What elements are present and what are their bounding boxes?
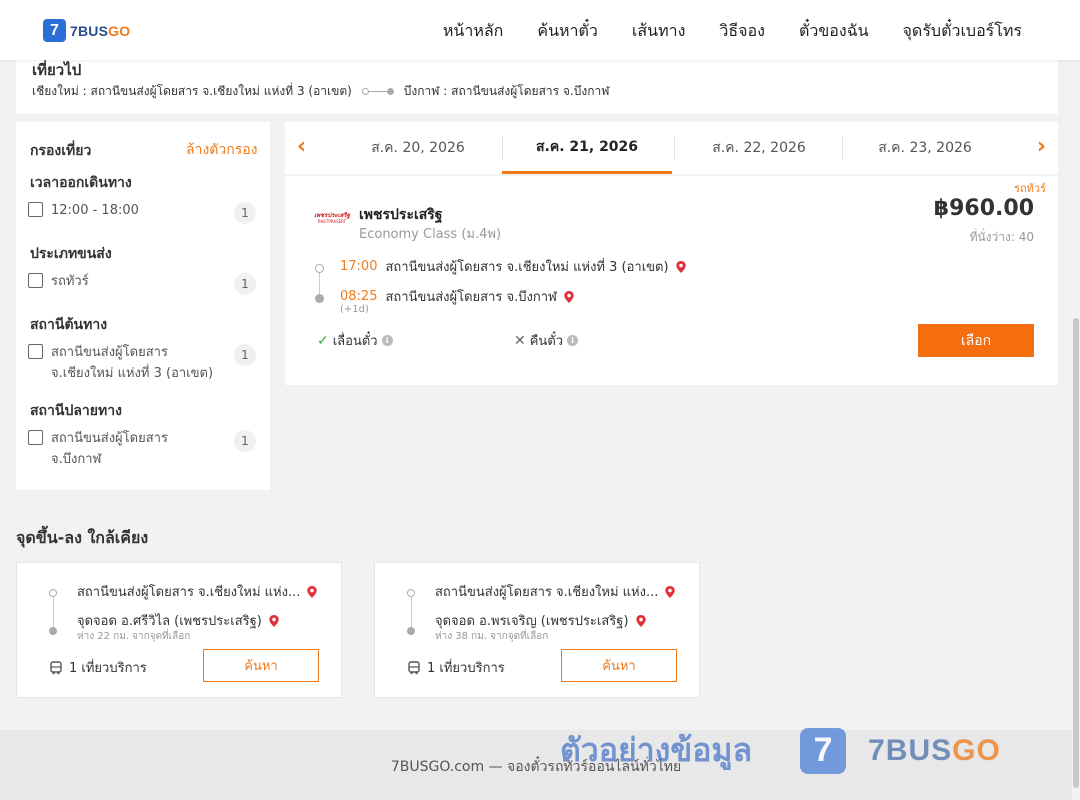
arrival-station: สถานีขนส่งผู้โดยสาร จ.บึงกาฬ [385, 290, 557, 305]
sample-watermark: ตัวอย่างข้อมูล 7 7BUSGO [560, 725, 1001, 776]
clear-filters-link[interactable]: ล้างตัวกรอง [186, 139, 257, 161]
arrival-time: 08:25 [340, 289, 378, 304]
map-pin-icon[interactable] [563, 290, 575, 303]
departure-station: สถานีขนส่งผู้โดยสาร จ.เชียงใหม่ แห่งที่ … [385, 260, 669, 275]
bus-type-tag: รถทัวร์ [1014, 182, 1046, 195]
checkbox[interactable] [28, 202, 43, 217]
nav-ticket-pickup[interactable]: จุดรับตั๋วเบอร์โทร [903, 19, 1022, 44]
date-tab[interactable]: ส.ค. 22, 2026 [674, 122, 844, 174]
filter-option-time[interactable]: 12:00 - 18:00 1 [28, 200, 256, 224]
nearby-stop-card: สถานีขนส่งผู้โดยสาร จ.เชียงใหม่ แห่ง... … [16, 562, 342, 698]
info-icon[interactable]: i [381, 335, 393, 346]
filter-sidebar: กรองเที่ยว ล้างตัวกรอง เวลาออกเดินทาง 12… [16, 122, 270, 490]
departure-stop: 17:00 สถานีขนส่งผู้โดยสาร จ.เชียงใหม่ แห… [340, 256, 687, 277]
nearby-search-button[interactable]: ค้นหา [203, 649, 319, 682]
filter-option-destination[interactable]: สถานีขนส่งผู้โดยสาร จ.บึงกาฬ 1 [28, 428, 256, 470]
filter-option-origin[interactable]: สถานีขนส่งผู้โดยสาร จ.เชียงใหม่ แห่งที่ … [28, 342, 256, 384]
reschedule-label: เลื่อนตั๋ว [332, 334, 378, 349]
nearby-origin: สถานีขนส่งผู้โดยสาร จ.เชียงใหม่ แห่ง... [77, 581, 318, 602]
checkbox[interactable] [28, 273, 43, 288]
nav-my-tickets[interactable]: ตั๋วของฉัน [799, 19, 869, 44]
filter-title: กรองเที่ยว [30, 143, 92, 159]
logo-mark-icon: 7 [43, 19, 66, 42]
trip-direction-title: เที่ยวไป [32, 61, 82, 79]
nearby-search-button[interactable]: ค้นหา [561, 649, 677, 682]
date-tab-active[interactable]: ส.ค. 21, 2026 [502, 122, 672, 174]
route-connector-icon [361, 88, 394, 95]
check-icon: ✓ [317, 332, 329, 349]
date-tabs: ‹ ส.ค. 20, 2026 ส.ค. 21, 2026 ส.ค. 22, 2… [285, 122, 1058, 174]
nearby-trip-count: 1 เที่ยวบริการ [407, 657, 505, 678]
scrollbar-thumb[interactable] [1073, 318, 1079, 788]
filter-group-origin-station: สถานีต้นทาง [30, 317, 108, 333]
filter-option-label: รถทัวร์ [51, 274, 89, 289]
bus-icon [408, 660, 420, 674]
info-icon[interactable]: i [567, 335, 579, 346]
nearby-stop-card: สถานีขนส่งผู้โดยสาร จ.เชียงใหม่ แห่ง... … [374, 562, 700, 698]
nearby-timeline [407, 589, 416, 635]
filter-count-badge: 1 [234, 344, 256, 366]
logo-text: 7BUSGO [70, 22, 131, 39]
nearby-trip-count: 1 เที่ยวบริการ [49, 657, 147, 678]
watermark-text: ตัวอย่างข้อมูล [560, 731, 753, 769]
filter-group-destination-station: สถานีปลายทาง [30, 403, 122, 419]
route-origin: เชียงใหม่ : สถานีขนส่งผู้โดยสาร จ.เชียงใ… [32, 84, 352, 98]
nav-search-ticket[interactable]: ค้นหาตั๋ว [537, 19, 598, 44]
cross-icon: ✕ [514, 332, 526, 349]
nearby-destination: จุดจอด อ.พรเจริญ (เพชรประเสริฐ) [435, 610, 647, 631]
map-pin-icon[interactable] [306, 585, 318, 598]
filter-group-departure-time: เวลาออกเดินทาง [30, 175, 132, 191]
date-tab[interactable]: ส.ค. 23, 2026 [840, 122, 1010, 174]
map-pin-icon[interactable] [268, 614, 280, 627]
filter-option-label: สถานีขนส่งผู้โดยสาร จ.บึงกาฬ [51, 431, 168, 467]
date-tab[interactable]: ส.ค. 20, 2026 [333, 122, 503, 174]
site-logo[interactable]: 7 7BUSGO [43, 19, 130, 42]
refund-label: คืนตั๋ว [529, 334, 564, 349]
nearby-distance: ห่าง 38 กม. จากจุดที่เลือก [435, 631, 549, 642]
bus-icon [50, 660, 62, 674]
next-date-arrow-icon[interactable]: › [1037, 134, 1046, 159]
filter-option-label: สถานีขนส่งผู้โดยสาร จ.เชียงใหม่ แห่งที่ … [51, 345, 214, 381]
nearby-timeline [49, 589, 58, 635]
main-nav: หน้าหลัก ค้นหาตั๋ว เส้นทาง วิธีจอง ตั๋วข… [443, 19, 1022, 44]
filter-group-transport-type: ประเภทขนส่ง [30, 246, 112, 262]
filter-option-label: 12:00 - 18:00 [51, 203, 139, 218]
filter-count-badge: 1 [234, 273, 256, 295]
nearby-stops-title: จุดขึ้น-ลง ใกล้เคียง [16, 528, 149, 547]
watermark-logo-icon: 7 [800, 727, 847, 774]
route-line: เชียงใหม่ : สถานีขนส่งผู้โดยสาร จ.เชียงใ… [32, 82, 609, 101]
route-destination: บึงกาฬ : สถานีขนส่งผู้โดยสาร จ.บึงกาฬ [403, 84, 610, 98]
nearby-destination: จุดจอด อ.ศรีวิไล (เพชรประเสริฐ) [77, 610, 280, 631]
ticket-price: ฿960.00 [933, 196, 1034, 221]
refund-policy: ✕ คืนตั๋ว i [514, 330, 579, 351]
page-scrollbar[interactable] [1072, 60, 1080, 800]
filter-count-badge: 1 [234, 202, 256, 224]
arrival-stop: 08:25 สถานีขนส่งผู้โดยสาร จ.บึงกาฬ [340, 286, 575, 307]
nav-routes[interactable]: เส้นทาง [632, 19, 686, 44]
prev-date-arrow-icon[interactable]: ‹ [297, 134, 306, 159]
nearby-origin: สถานีขนส่งผู้โดยสาร จ.เชียงใหม่ แห่ง... [435, 581, 676, 602]
nav-how-to-book[interactable]: วิธีจอง [719, 19, 765, 44]
trip-card: รถทัวร์ เพชรประเสริฐ PHETPRASERT เพชรประ… [285, 176, 1058, 385]
operator-logo: เพชรประเสริฐ PHETPRASERT [314, 212, 350, 224]
trip-timeline [315, 264, 324, 303]
checkbox[interactable] [28, 344, 43, 359]
nearby-distance: ห่าง 22 กม. จากจุดที่เลือก [77, 631, 191, 642]
next-day-indicator: (+1d) [340, 304, 369, 315]
departure-time: 17:00 [340, 259, 378, 274]
top-navbar: 7 7BUSGO หน้าหลัก ค้นหาตั๋ว เส้นทาง วิธี… [0, 0, 1080, 60]
reschedule-policy: ✓ เลื่อนตั๋ว i [317, 330, 393, 351]
select-trip-button[interactable]: เลือก [918, 324, 1034, 357]
filter-count-badge: 1 [234, 430, 256, 452]
map-pin-icon[interactable] [675, 260, 687, 273]
map-pin-icon[interactable] [664, 585, 676, 598]
seats-available: ที่นั่งว่าง: 40 [969, 230, 1034, 244]
filter-option-transport[interactable]: รถทัวร์ 1 [28, 271, 256, 295]
nav-home[interactable]: หน้าหลัก [443, 19, 504, 44]
route-summary: เที่ยวไป เชียงใหม่ : สถานีขนส่งผู้โดยสาร… [16, 60, 1058, 114]
watermark-brand: 7BUSGO [868, 733, 1001, 767]
map-pin-icon[interactable] [635, 614, 647, 627]
bus-class: Economy Class (ม.4พ) [359, 227, 502, 242]
checkbox[interactable] [28, 430, 43, 445]
